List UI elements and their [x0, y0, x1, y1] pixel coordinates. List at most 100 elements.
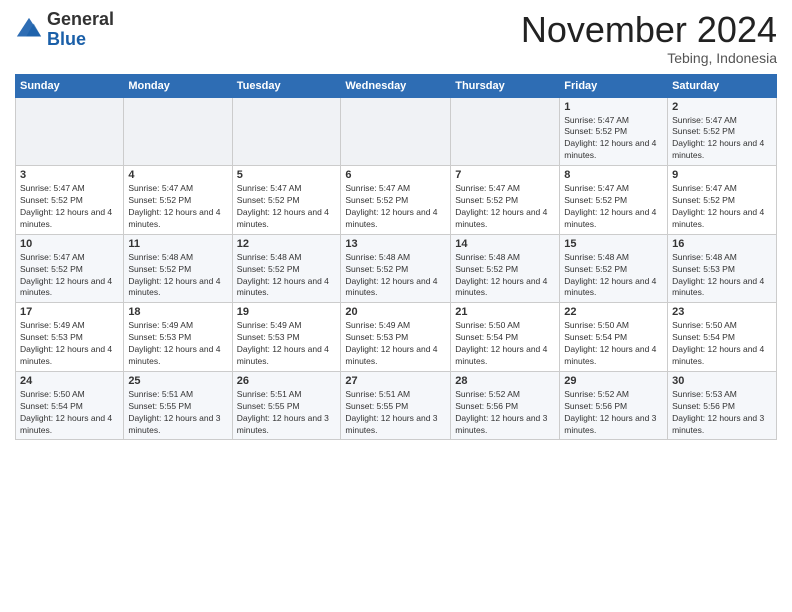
day-number: 8 [564, 169, 663, 181]
day-number: 27 [345, 375, 446, 387]
day-number: 4 [128, 169, 227, 181]
day-info: Sunrise: 5:49 AMSunset: 5:53 PMDaylight:… [237, 320, 337, 368]
calendar-cell: 1 Sunrise: 5:47 AMSunset: 5:52 PMDaylight… [560, 97, 668, 166]
day-info: Sunrise: 5:53 AMSunset: 5:56 PMDaylight:… [672, 389, 772, 437]
day-number: 15 [564, 238, 663, 250]
day-info: Sunrise: 5:47 AMSunset: 5:52 PMDaylight:… [455, 183, 555, 231]
calendar-cell: 4Sunrise: 5:47 AMSunset: 5:52 PMDaylight… [124, 166, 232, 235]
day-info: Sunrise: 5:51 AMSunset: 5:55 PMDaylight:… [345, 389, 446, 437]
calendar-cell [232, 97, 341, 166]
col-friday: Friday [560, 74, 668, 97]
day-number: 20 [345, 306, 446, 318]
day-number: 29 [564, 375, 663, 387]
day-info: Sunrise: 5:48 AMSunset: 5:52 PMDaylight:… [237, 252, 337, 300]
calendar-cell: 19 Sunrise: 5:49 AMSunset: 5:53 PMDayligh… [232, 303, 341, 372]
calendar-cell: 7 Sunrise: 5:47 AMSunset: 5:52 PMDaylight… [451, 166, 560, 235]
day-number: 18 [128, 306, 227, 318]
calendar-week-1: 1 Sunrise: 5:47 AMSunset: 5:52 PMDaylight… [16, 97, 777, 166]
calendar-cell: 8 Sunrise: 5:47 AMSunset: 5:52 PMDaylight… [560, 166, 668, 235]
calendar-cell [341, 97, 451, 166]
calendar-cell: 9Sunrise: 5:47 AMSunset: 5:52 PMDaylight… [668, 166, 777, 235]
calendar-cell: 13 Sunrise: 5:48 AMSunset: 5:52 PMDayligh… [341, 234, 451, 303]
day-info: Sunrise: 5:49 AMSunset: 5:53 PMDaylight:… [128, 320, 227, 368]
day-number: 22 [564, 306, 663, 318]
day-info: Sunrise: 5:48 AMSunset: 5:52 PMDaylight:… [128, 252, 227, 300]
day-number: 30 [672, 375, 772, 387]
calendar-cell [16, 97, 124, 166]
col-wednesday: Wednesday [341, 74, 451, 97]
day-info: Sunrise: 5:51 AMSunset: 5:55 PMDaylight:… [128, 389, 227, 437]
logo-blue: Blue [47, 29, 86, 49]
calendar-cell: 16 Sunrise: 5:48 AMSunset: 5:53 PMDayligh… [668, 234, 777, 303]
calendar-cell [451, 97, 560, 166]
calendar-cell: 21Sunrise: 5:50 AMSunset: 5:54 PMDayligh… [451, 303, 560, 372]
col-saturday: Saturday [668, 74, 777, 97]
calendar-cell: 20Sunrise: 5:49 AMSunset: 5:53 PMDayligh… [341, 303, 451, 372]
calendar-cell: 28Sunrise: 5:52 AMSunset: 5:56 PMDayligh… [451, 371, 560, 440]
day-info: Sunrise: 5:48 AMSunset: 5:53 PMDaylight:… [672, 252, 772, 300]
location: Tebing, Indonesia [521, 50, 777, 66]
month-title: November 2024 [521, 10, 777, 50]
calendar-cell: 3 Sunrise: 5:47 AMSunset: 5:52 PMDaylight… [16, 166, 124, 235]
calendar-cell: 24 Sunrise: 5:50 AMSunset: 5:54 PMDayligh… [16, 371, 124, 440]
col-sunday: Sunday [16, 74, 124, 97]
day-number: 12 [237, 238, 337, 250]
day-info: Sunrise: 5:48 AMSunset: 5:52 PMDaylight:… [345, 252, 446, 300]
page: General Blue November 2024 Tebing, Indon… [0, 0, 792, 455]
calendar-cell: 17 Sunrise: 5:49 AMSunset: 5:53 PMDayligh… [16, 303, 124, 372]
logo: General Blue [15, 10, 114, 50]
day-number: 24 [20, 375, 119, 387]
day-info: Sunrise: 5:50 AMSunset: 5:54 PMDaylight:… [455, 320, 555, 368]
day-info: Sunrise: 5:47 AMSunset: 5:52 PMDaylight:… [564, 183, 663, 231]
day-number: 6 [345, 169, 446, 181]
col-tuesday: Tuesday [232, 74, 341, 97]
calendar-cell: 14Sunrise: 5:48 AMSunset: 5:52 PMDayligh… [451, 234, 560, 303]
col-thursday: Thursday [451, 74, 560, 97]
calendar-cell: 10 Sunrise: 5:47 AMSunset: 5:52 PMDayligh… [16, 234, 124, 303]
calendar-table: Sunday Monday Tuesday Wednesday Thursday… [15, 74, 777, 441]
calendar-week-2: 3 Sunrise: 5:47 AMSunset: 5:52 PMDaylight… [16, 166, 777, 235]
day-number: 17 [20, 306, 119, 318]
day-info: Sunrise: 5:47 AMSunset: 5:52 PMDaylight:… [20, 183, 119, 231]
day-info: Sunrise: 5:47 AMSunset: 5:52 PMDaylight:… [564, 115, 663, 163]
calendar-cell: 18 Sunrise: 5:49 AMSunset: 5:53 PMDayligh… [124, 303, 232, 372]
day-number: 28 [455, 375, 555, 387]
header-row: Sunday Monday Tuesday Wednesday Thursday… [16, 74, 777, 97]
calendar-cell: 15 Sunrise: 5:48 AMSunset: 5:52 PMDayligh… [560, 234, 668, 303]
day-number: 10 [20, 238, 119, 250]
day-info: Sunrise: 5:48 AMSunset: 5:52 PMDaylight:… [564, 252, 663, 300]
calendar-cell: 23Sunrise: 5:50 AMSunset: 5:54 PMDayligh… [668, 303, 777, 372]
day-number: 1 [564, 101, 663, 113]
calendar-week-3: 10 Sunrise: 5:47 AMSunset: 5:52 PMDayligh… [16, 234, 777, 303]
title-block: November 2024 Tebing, Indonesia [521, 10, 777, 66]
calendar-week-4: 17 Sunrise: 5:49 AMSunset: 5:53 PMDayligh… [16, 303, 777, 372]
day-number: 11 [128, 238, 227, 250]
day-info: Sunrise: 5:47 AMSunset: 5:52 PMDaylight:… [20, 252, 119, 300]
day-info: Sunrise: 5:47 AMSunset: 5:52 PMDaylight:… [345, 183, 446, 231]
day-number: 25 [128, 375, 227, 387]
logo-text: General Blue [47, 10, 114, 50]
day-number: 7 [455, 169, 555, 181]
day-info: Sunrise: 5:51 AMSunset: 5:55 PMDaylight:… [237, 389, 337, 437]
calendar-cell: 22 Sunrise: 5:50 AMSunset: 5:54 PMDayligh… [560, 303, 668, 372]
day-info: Sunrise: 5:50 AMSunset: 5:54 PMDaylight:… [564, 320, 663, 368]
calendar-cell: 27 Sunrise: 5:51 AMSunset: 5:55 PMDayligh… [341, 371, 451, 440]
day-number: 3 [20, 169, 119, 181]
calendar-cell: 11 Sunrise: 5:48 AMSunset: 5:52 PMDayligh… [124, 234, 232, 303]
calendar-cell [124, 97, 232, 166]
day-number: 23 [672, 306, 772, 318]
day-info: Sunrise: 5:49 AMSunset: 5:53 PMDaylight:… [20, 320, 119, 368]
calendar-cell: 29 Sunrise: 5:52 AMSunset: 5:56 PMDayligh… [560, 371, 668, 440]
day-number: 16 [672, 238, 772, 250]
day-info: Sunrise: 5:50 AMSunset: 5:54 PMDaylight:… [20, 389, 119, 437]
day-info: Sunrise: 5:52 AMSunset: 5:56 PMDaylight:… [564, 389, 663, 437]
day-number: 9 [672, 169, 772, 181]
day-number: 13 [345, 238, 446, 250]
calendar-cell: 25 Sunrise: 5:51 AMSunset: 5:55 PMDayligh… [124, 371, 232, 440]
calendar-cell: 5Sunrise: 5:47 AMSunset: 5:52 PMDaylight… [232, 166, 341, 235]
calendar-cell: 26Sunrise: 5:51 AMSunset: 5:55 PMDayligh… [232, 371, 341, 440]
calendar-week-5: 24 Sunrise: 5:50 AMSunset: 5:54 PMDayligh… [16, 371, 777, 440]
day-info: Sunrise: 5:47 AMSunset: 5:52 PMDaylight:… [237, 183, 337, 231]
day-number: 19 [237, 306, 337, 318]
logo-icon [15, 16, 43, 44]
